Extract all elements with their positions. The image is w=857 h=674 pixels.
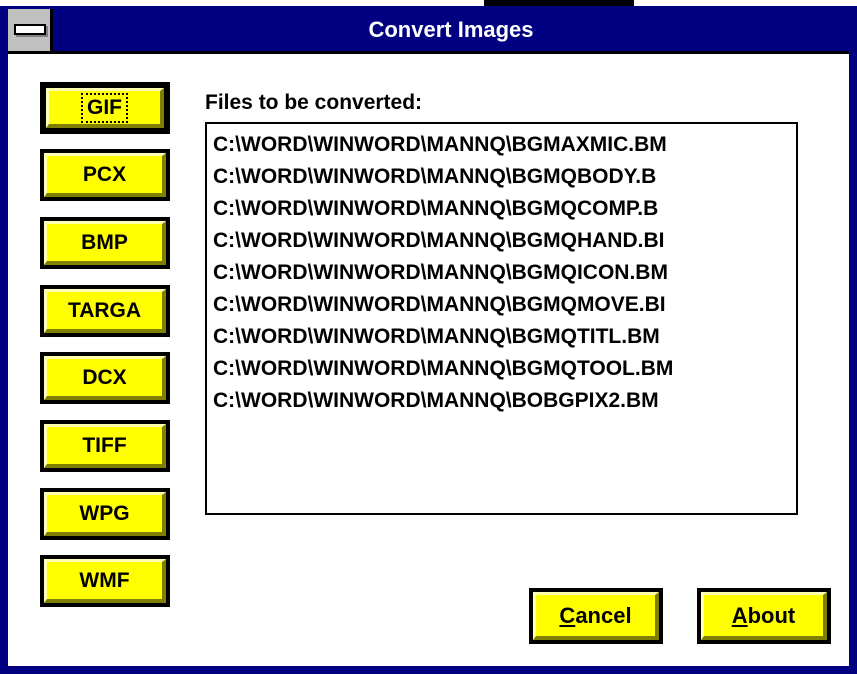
about-button[interactable]: About bbox=[697, 588, 831, 644]
list-item[interactable]: C:\WORD\WINWORD\MANNQ\BGMQMOVE.BI bbox=[213, 289, 796, 321]
files-list-label: Files to be converted: bbox=[205, 91, 423, 114]
bmp-button[interactable]: BMP bbox=[40, 217, 170, 269]
dcx-button-label: DCX bbox=[82, 365, 127, 389]
pcx-button[interactable]: PCX bbox=[40, 149, 170, 201]
list-item[interactable]: C:\WORD\WINWORD\MANNQ\BGMQCOMP.B bbox=[213, 193, 796, 225]
title-bar: Convert Images bbox=[8, 9, 849, 54]
system-menu-icon bbox=[14, 24, 46, 35]
about-mnemonic: A bbox=[731, 602, 748, 628]
pcx-button-label: PCX bbox=[82, 162, 127, 186]
gif-button-label: GIF bbox=[81, 92, 128, 123]
targa-button[interactable]: TARGA bbox=[40, 285, 170, 337]
wpg-button-label: WPG bbox=[79, 501, 130, 525]
wmf-button[interactable]: WMF bbox=[40, 555, 170, 607]
dcx-button[interactable]: DCX bbox=[40, 352, 170, 404]
list-item[interactable]: C:\WORD\WINWORD\MANNQ\BGMQBODY.B bbox=[213, 161, 796, 193]
cancel-label: ancel bbox=[575, 602, 632, 628]
gif-button[interactable]: GIF bbox=[40, 82, 170, 134]
list-item[interactable]: C:\WORD\WINWORD\MANNQ\BGMQICON.BM bbox=[213, 257, 796, 289]
convert-images-dialog: Convert Images GIF PCX BMP TARGA DCX TIF… bbox=[0, 6, 857, 674]
files-listbox[interactable]: C:\WORD\WINWORD\MANNQ\BGMAXMIC.BM C:\WOR… bbox=[205, 122, 798, 515]
wmf-button-label: WMF bbox=[79, 568, 130, 592]
tiff-button[interactable]: TIFF bbox=[40, 420, 170, 472]
list-item[interactable]: C:\WORD\WINWORD\MANNQ\BOBGPIX2.BM bbox=[213, 385, 796, 417]
list-item[interactable]: C:\WORD\WINWORD\MANNQ\BGMQTOOL.BM bbox=[213, 353, 796, 385]
bmp-button-label: BMP bbox=[81, 230, 128, 254]
cancel-mnemonic: C bbox=[559, 602, 576, 628]
list-item[interactable]: C:\WORD\WINWORD\MANNQ\BGMAXMIC.BM bbox=[213, 129, 796, 161]
cancel-button[interactable]: Cancel bbox=[529, 588, 663, 644]
system-menu-button[interactable] bbox=[8, 9, 53, 51]
tiff-button-label: TIFF bbox=[82, 433, 127, 457]
list-item[interactable]: C:\WORD\WINWORD\MANNQ\BGMQTITL.BM bbox=[213, 321, 796, 353]
wpg-button[interactable]: WPG bbox=[40, 488, 170, 540]
targa-button-label: TARGA bbox=[67, 298, 142, 322]
list-item[interactable]: C:\WORD\WINWORD\MANNQ\BGMQHAND.BI bbox=[213, 225, 796, 257]
window-title: Convert Images bbox=[368, 17, 534, 42]
about-label: bout bbox=[747, 602, 796, 628]
